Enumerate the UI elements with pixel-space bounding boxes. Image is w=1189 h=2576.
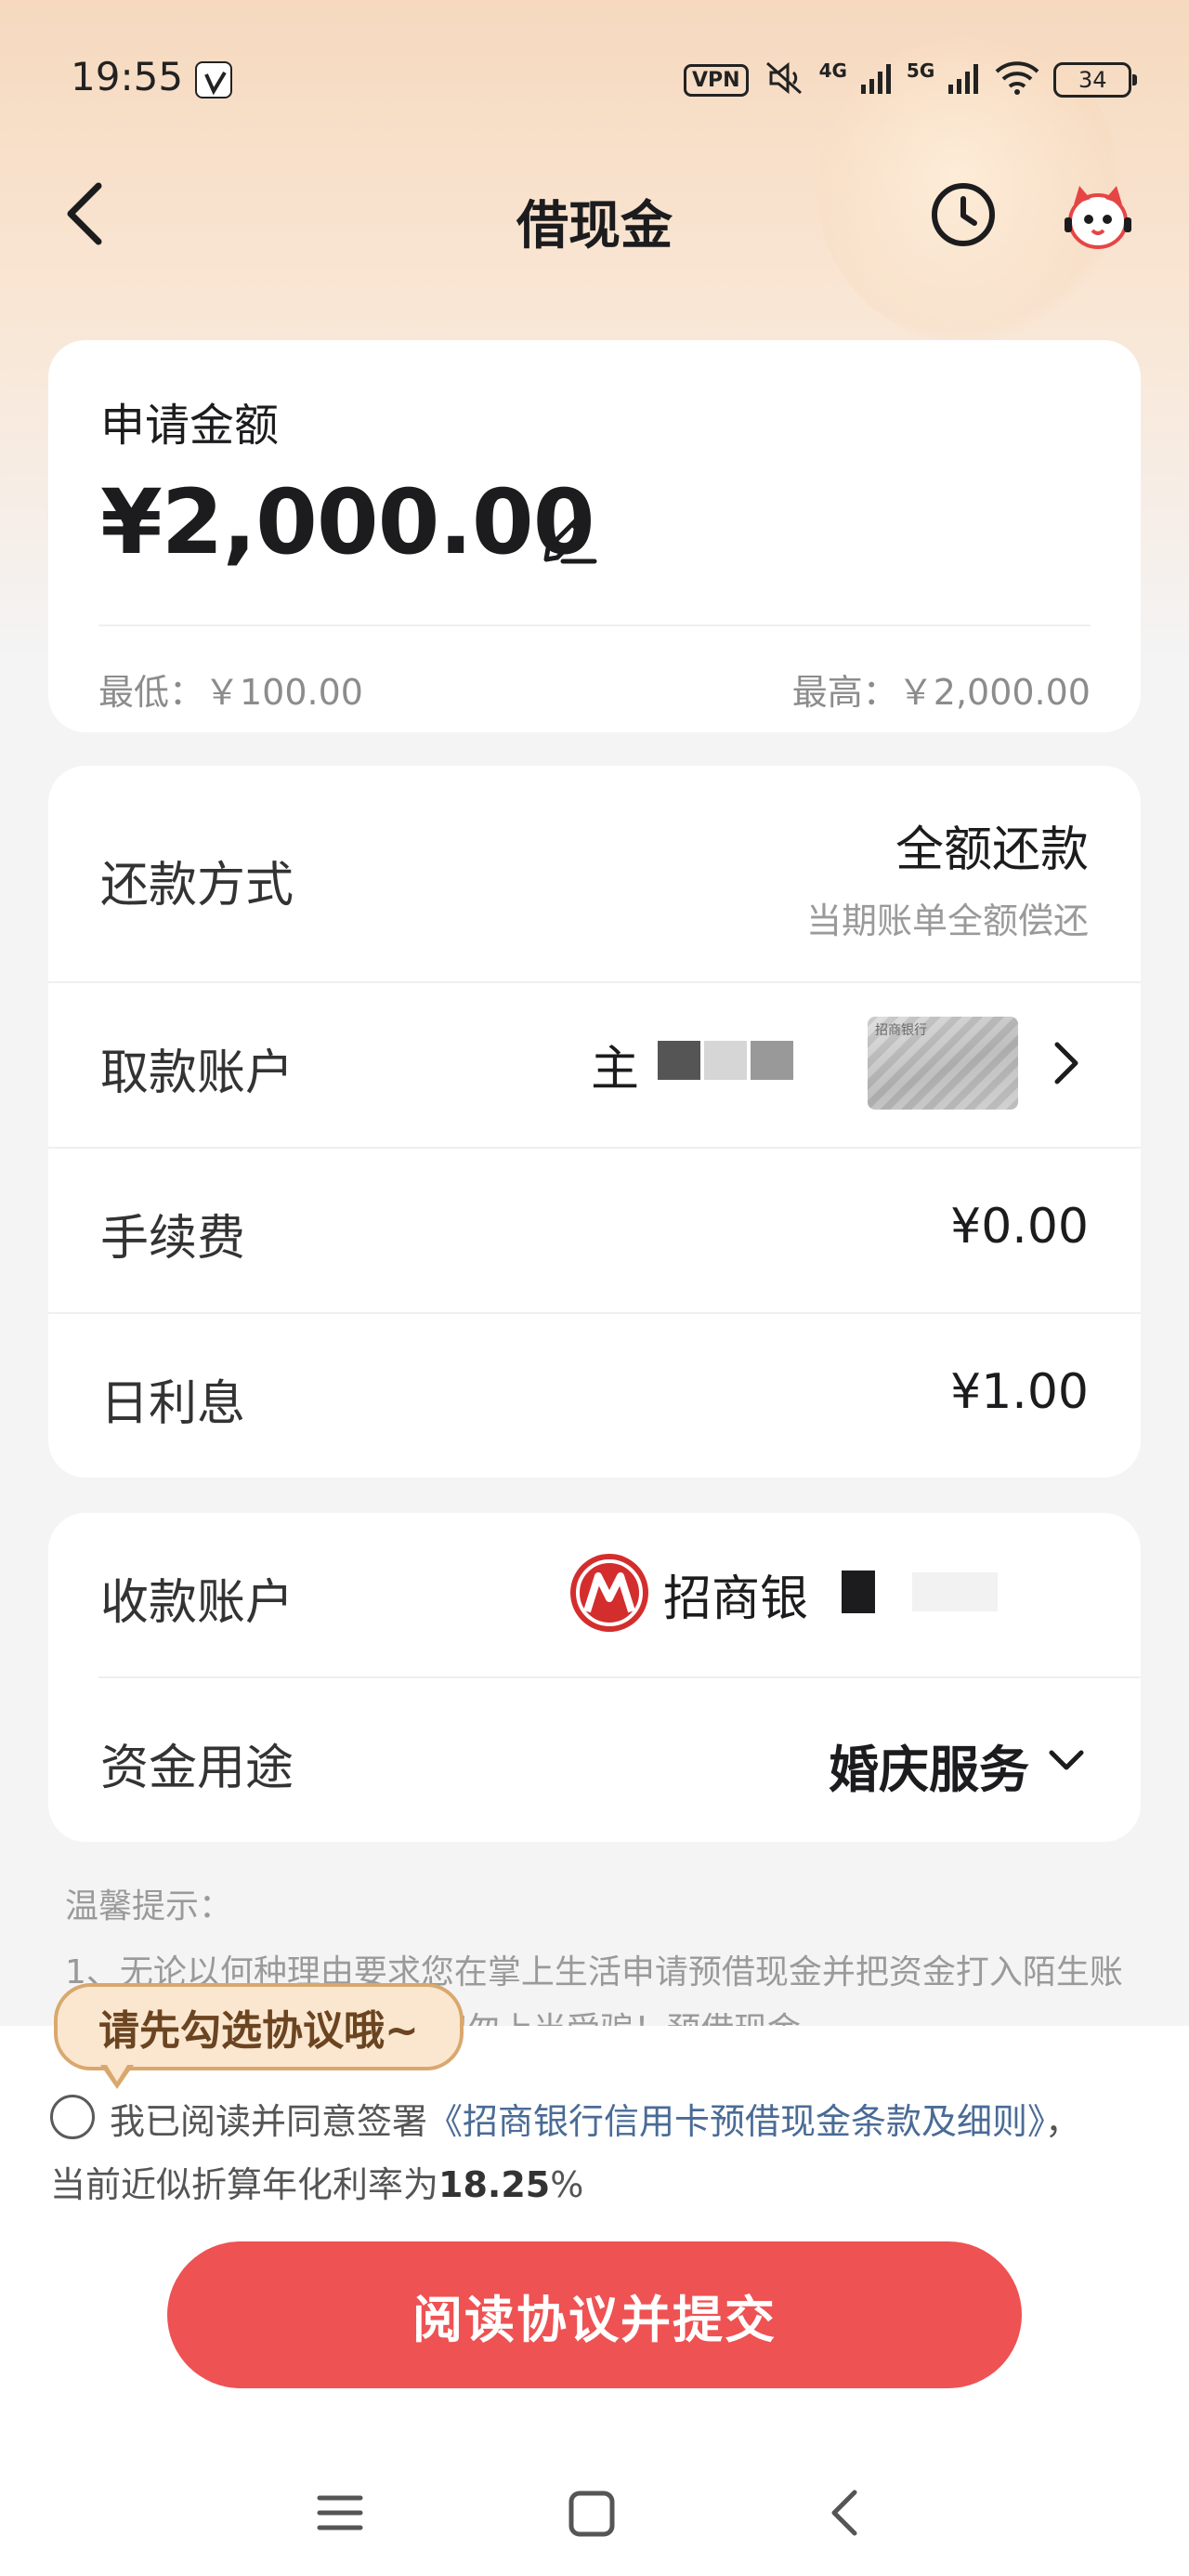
withdraw-account-label: 取款账户 [100,1045,294,1101]
daily-interest-label: 日利息 [100,1376,246,1432]
repayment-method-sub: 当期账单全额偿还 [805,900,1089,941]
nav-back-button[interactable] [821,2487,869,2539]
receive-account-label: 收款账户 [100,1575,294,1631]
pencil-icon [543,516,597,564]
receive-account-row[interactable]: 收款账户 招商银 [48,1513,1141,1676]
menu-icon [317,2495,363,2530]
fund-purpose-row[interactable]: 资金用途 婚庆服务 [48,1678,1141,1842]
repayment-method-row[interactable]: 还款方式 全额还款 当期账单全额偿还 [48,766,1141,981]
home-square-icon [568,2491,615,2537]
withdraw-account-row[interactable]: 取款账户 主 招商银行 [48,983,1141,1147]
vpn-badge: VPN [684,63,749,97]
divider [98,624,1091,626]
nav-back-icon [831,2490,857,2536]
privacy-mask [912,1572,998,1611]
withdraw-account-name: 主 [591,1042,640,1097]
daily-interest-row: 日利息 ¥1.00 [48,1314,1141,1478]
edit-amount-button[interactable] [535,500,604,569]
chevron-down-icon [1044,1738,1089,1782]
fee-label: 手续费 [100,1211,246,1267]
signal-bars-icon [860,62,894,98]
max-amount-text: 最高：￥2,000.00 [791,672,1091,713]
receive-bank-name: 招商银 [663,1571,809,1627]
chevron-right-icon [1048,1037,1085,1089]
bank-card-thumbnail: 招商银行 [868,1017,1018,1110]
signal-bars-icon [947,62,981,98]
fund-purpose-label: 资金用途 [100,1741,294,1796]
fee-row: 手续费 ¥0.00 [48,1149,1141,1312]
status-time: 19:55 [71,54,184,99]
status-bar: 19:55 VPN 4G 5G 34 [0,0,1189,158]
cmb-logo-icon [568,1552,650,1634]
min-amount-text: 最低：￥100.00 [98,672,363,713]
rate-prefix: 当前近似折算年化利率为 [50,2164,439,2205]
mascot-icon [1065,186,1131,249]
privacy-mask [751,1041,793,1080]
tooltip-tail [105,2062,129,2082]
wifi-icon [994,60,1040,99]
clock-icon [932,183,995,246]
nav-home-button[interactable] [567,2489,617,2539]
repayment-method-value: 全额还款 [895,822,1089,878]
agreement-checkbox[interactable] [50,2095,95,2139]
page-header: 借现金 [0,158,1189,269]
privacy-mask [658,1041,700,1080]
rate-unit: % [550,2164,584,2205]
amount-value[interactable]: ¥2,000.00 [100,470,595,574]
loan-details-card: 还款方式 全额还款 当期账单全额偿还 取款账户 主 招商银行 手续费 ¥0.00… [48,766,1141,1478]
agreement-prefix: 我已阅读并同意签署 [110,2101,428,2142]
daily-interest-value: ¥1.00 [950,1364,1089,1420]
agreement-text: 我已阅读并同意签署《招商银行信用卡预借现金条款及细则》， [110,2093,1080,2144]
signal-4g-label: 4G [818,59,847,82]
privacy-mask [842,1571,875,1613]
system-nav-bar [0,2463,1189,2576]
repayment-method-label: 还款方式 [100,858,294,913]
agreement-tooltip: 请先勾选协议哦~ [54,1983,464,2070]
history-button[interactable] [929,180,998,249]
privacy-mask [704,1041,747,1080]
rate-value: 18.25 [438,2164,551,2205]
battery-indicator: 34 [1053,62,1138,98]
customer-service-button[interactable] [1059,177,1137,255]
agreement-link[interactable]: 《招商银行信用卡预借现金条款及细则》 [427,2101,1045,2142]
nav-menu-button[interactable] [316,2489,364,2537]
fee-value: ¥0.00 [950,1199,1089,1255]
fund-purpose-value: 婚庆服务 [829,1741,1029,1799]
submit-button[interactable]: 阅读协议并提交 [167,2241,1022,2388]
amount-card: 申请金额 ¥2,000.00 最低：￥100.00 最高：￥2,000.00 [48,340,1141,732]
receive-card: 收款账户 招商银 资金用途 婚庆服务 [48,1513,1141,1842]
status-icons: VPN 4G 5G 34 [684,59,1138,100]
notification-app-icon [195,61,232,99]
mute-icon [762,59,806,100]
page-title: 借现金 [516,196,673,256]
card-brand-text: 招商银行 [875,1023,927,1038]
amount-label: 申请金额 [100,400,280,452]
annual-rate-line: 当前近似折算年化利率为18.25% [50,2156,583,2207]
tips-title: 温馨提示： [65,1887,233,1925]
agreement-suffix: ， [1045,2101,1081,2142]
signal-5g-label: 5G [906,59,935,82]
